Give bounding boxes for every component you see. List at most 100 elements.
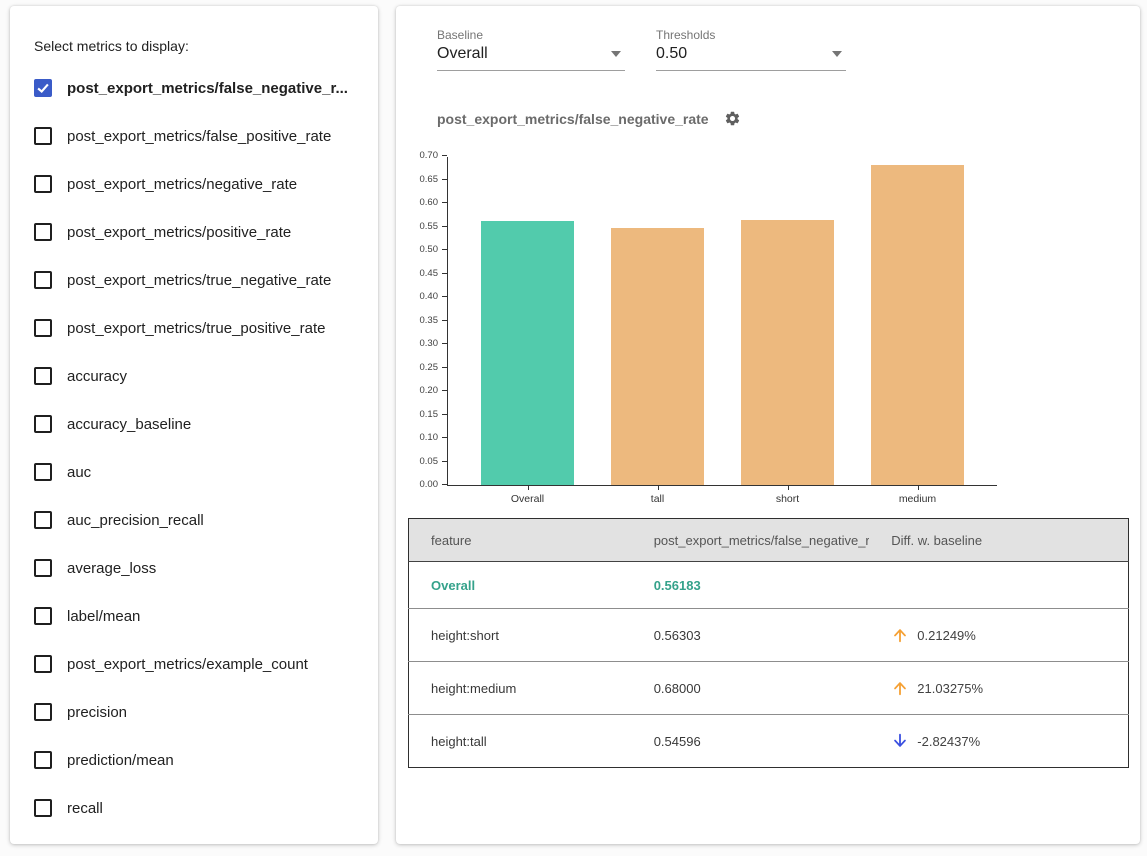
chart-header: post_export_metrics/false_negative_rate <box>437 110 741 127</box>
metric-checkbox-item-post-export-metrics-false-positive-rate[interactable]: post_export_metrics/false_positive_rate <box>34 112 370 160</box>
checkbox-icon[interactable] <box>34 271 52 289</box>
y-axis-label: 0.30 <box>398 338 438 349</box>
checkbox-icon[interactable] <box>34 319 52 337</box>
feature-cell: height:short <box>409 609 632 662</box>
metric-checkbox-item-post-export-metrics-positive-rate[interactable]: post_export_metrics/positive_rate <box>34 208 370 256</box>
checkbox-icon[interactable] <box>34 415 52 433</box>
metric-checkbox-item-prediction-mean[interactable]: prediction/mean <box>34 736 370 784</box>
bar-tall[interactable] <box>611 228 704 485</box>
metric-checkbox-item-precision[interactable]: precision <box>34 688 370 736</box>
checkbox-icon[interactable] <box>34 559 52 577</box>
metric-label: post_export_metrics/positive_rate <box>67 224 291 241</box>
metric-label: prediction/mean <box>67 752 174 769</box>
y-axis-label: 0.55 <box>398 221 438 232</box>
feature-cell: height:medium <box>409 662 632 715</box>
metric-label: post_export_metrics/true_positive_rate <box>67 320 325 337</box>
metric-label: auc <box>67 464 91 481</box>
x-axis-tick <box>528 485 529 490</box>
thresholds-select[interactable]: Thresholds 0.50 <box>656 28 846 71</box>
metric-label: average_loss <box>67 560 156 577</box>
checkbox-icon[interactable] <box>34 79 52 97</box>
table-row-height-tall[interactable]: height:tall 0.54596 -2.82437% <box>409 715 1129 768</box>
y-axis-tick <box>442 202 447 203</box>
y-axis-label: 0.05 <box>398 456 438 467</box>
x-axis-label: tall <box>598 493 718 505</box>
checkbox-icon[interactable] <box>34 367 52 385</box>
bar-medium[interactable] <box>871 165 964 485</box>
checkbox-icon[interactable] <box>34 511 52 529</box>
metrics-table: feature post_export_metrics/false_negati… <box>408 518 1129 768</box>
thresholds-select-label: Thresholds <box>656 28 846 42</box>
value-cell: 0.56183 <box>632 562 870 609</box>
metric-label: accuracy_baseline <box>67 416 191 433</box>
diff-value: -2.82437% <box>917 734 980 749</box>
y-axis-label: 0.45 <box>398 268 438 279</box>
metric-select-title: Select metrics to display: <box>34 38 189 54</box>
diff-cell: 0.21249% <box>869 609 1128 662</box>
baseline-select[interactable]: Baseline Overall <box>437 28 625 71</box>
diff-cell: 21.03275% <box>869 662 1128 715</box>
metric-checkbox-item-accuracy-baseline[interactable]: accuracy_baseline <box>34 400 370 448</box>
metric-label: post_export_metrics/true_negative_rate <box>67 272 331 289</box>
metric-checkbox-item-post-export-metrics-false-negative-r-[interactable]: post_export_metrics/false_negative_r... <box>34 64 370 112</box>
chevron-down-icon <box>611 51 621 57</box>
table-row-height-medium[interactable]: height:medium 0.68000 21.03275% <box>409 662 1129 715</box>
y-axis-label: 0.00 <box>398 479 438 490</box>
metric-label: label/mean <box>67 608 140 625</box>
bar-chart[interactable]: 0.000.050.100.150.200.250.300.350.400.45… <box>447 157 997 486</box>
checkbox-icon[interactable] <box>34 751 52 769</box>
y-axis-label: 0.65 <box>398 174 438 185</box>
metric-label: accuracy <box>67 368 127 385</box>
checkbox-icon[interactable] <box>34 223 52 241</box>
metric-checkbox-item-average-loss[interactable]: average_loss <box>34 544 370 592</box>
metric-checkbox-item-post-export-metrics-negative-rate[interactable]: post_export_metrics/negative_rate <box>34 160 370 208</box>
metric-label: post_export_metrics/false_positive_rate <box>67 128 331 145</box>
table-row-overall[interactable]: Overall 0.56183 <box>409 562 1129 609</box>
metric-checkbox-item-post-export-metrics-example-count[interactable]: post_export_metrics/example_count <box>34 640 370 688</box>
table-row-height-short[interactable]: height:short 0.56303 0.21249% <box>409 609 1129 662</box>
metric-checkbox-item-auc-precision-recall[interactable]: auc_precision_recall <box>34 496 370 544</box>
metric-checkbox-item-post-export-metrics-true-positive-rate[interactable]: post_export_metrics/true_positive_rate <box>34 304 370 352</box>
metric-checkbox-item-recall[interactable]: recall <box>34 784 370 832</box>
x-axis-tick <box>788 485 789 490</box>
settings-gear-icon[interactable] <box>724 110 741 127</box>
metric-label: recall <box>67 800 103 817</box>
y-axis-label: 0.40 <box>398 291 438 302</box>
bar-overall[interactable] <box>481 221 574 485</box>
metric-checkbox-item-accuracy[interactable]: accuracy <box>34 352 370 400</box>
column-header-feature: feature <box>409 519 632 562</box>
y-axis-label: 0.10 <box>398 432 438 443</box>
checkbox-icon[interactable] <box>34 463 52 481</box>
y-axis-tick <box>442 179 447 180</box>
x-axis-tick <box>658 485 659 490</box>
metric-checkbox-item-auc[interactable]: auc <box>34 448 370 496</box>
y-axis-label: 0.50 <box>398 244 438 255</box>
feature-cell: height:tall <box>409 715 632 768</box>
metric-checkbox-item-post-export-metrics-true-negative-rate[interactable]: post_export_metrics/true_negative_rate <box>34 256 370 304</box>
metric-checkbox-item-label-mean[interactable]: label/mean <box>34 592 370 640</box>
y-axis-label: 0.25 <box>398 362 438 373</box>
arrow-up-icon <box>891 679 909 697</box>
x-axis-tick <box>918 485 919 490</box>
x-axis-label: Overall <box>468 493 588 505</box>
y-axis-tick <box>442 249 447 250</box>
metrics-list: post_export_metrics/false_negative_r... … <box>34 64 370 832</box>
table-header-row: feature post_export_metrics/false_negati… <box>409 519 1129 562</box>
checkbox-icon[interactable] <box>34 799 52 817</box>
checkbox-icon[interactable] <box>34 127 52 145</box>
chart-title: post_export_metrics/false_negative_rate <box>437 111 709 127</box>
checkbox-icon[interactable] <box>34 703 52 721</box>
checkbox-icon[interactable] <box>34 175 52 193</box>
y-axis-tick <box>442 461 447 462</box>
controls-row: Baseline Overall Thresholds 0.50 <box>437 28 846 71</box>
value-cell: 0.54596 <box>632 715 870 768</box>
arrow-down-icon <box>891 732 909 750</box>
y-axis-tick <box>442 320 447 321</box>
thresholds-select-value: 0.50 <box>656 45 687 63</box>
checkbox-icon[interactable] <box>34 655 52 673</box>
results-panel: Baseline Overall Thresholds 0.50 post_ex… <box>396 6 1140 844</box>
y-axis-tick <box>442 343 447 344</box>
metric-label: post_export_metrics/negative_rate <box>67 176 297 193</box>
checkbox-icon[interactable] <box>34 607 52 625</box>
bar-short[interactable] <box>741 220 834 485</box>
